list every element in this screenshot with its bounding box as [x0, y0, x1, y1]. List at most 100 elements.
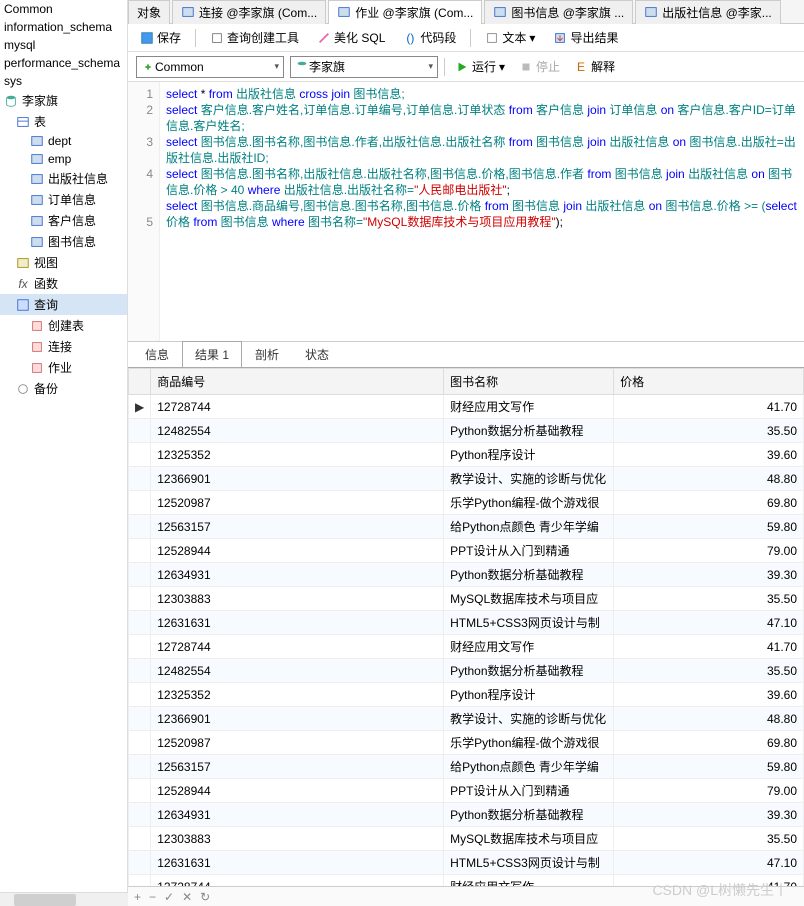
apply-button[interactable]: ✓	[164, 890, 174, 904]
cell-price[interactable]: 39.60	[614, 443, 804, 467]
cell-price[interactable]: 47.10	[614, 611, 804, 635]
tab-objects[interactable]: 对象	[128, 0, 170, 24]
cell-price[interactable]: 79.00	[614, 779, 804, 803]
table-dept[interactable]: dept	[0, 132, 127, 150]
cell-price[interactable]: 41.70	[614, 875, 804, 887]
cell-price[interactable]: 41.70	[614, 395, 804, 419]
tables-node[interactable]: 表	[0, 111, 127, 132]
cell-product-id[interactable]: 12325352	[151, 443, 444, 467]
cell-product-id[interactable]: 12728744	[151, 635, 444, 659]
cell-product-id[interactable]: 12520987	[151, 731, 444, 755]
db-sys[interactable]: sys	[0, 72, 127, 90]
cell-price[interactable]: 39.30	[614, 803, 804, 827]
cell-book-name[interactable]: MySQL数据库技术与项目应	[444, 587, 614, 611]
cell-product-id[interactable]: 12728744	[151, 395, 444, 419]
col-book-name[interactable]: 图书名称	[444, 369, 614, 395]
cell-price[interactable]: 39.30	[614, 563, 804, 587]
cell-product-id[interactable]: 12482554	[151, 419, 444, 443]
cell-book-name[interactable]: Python数据分析基础教程	[444, 563, 614, 587]
cell-book-name[interactable]: 教学设计、实施的诊断与优化	[444, 707, 614, 731]
table-row[interactable]: ▶12728744财经应用文写作41.70	[129, 395, 804, 419]
table-row[interactable]: 12634931Python数据分析基础教程39.30	[129, 803, 804, 827]
cell-book-name[interactable]: PPT设计从入门到精通	[444, 539, 614, 563]
cell-book-name[interactable]: 财经应用文写作	[444, 875, 614, 887]
table-row[interactable]: 12325352Python程序设计39.60	[129, 443, 804, 467]
views-node[interactable]: 视图	[0, 252, 127, 273]
table-customer[interactable]: 客户信息	[0, 210, 127, 231]
cell-product-id[interactable]: 12366901	[151, 707, 444, 731]
sql-editor[interactable]: 12345 select * from 出版社信息 cross join 图书信…	[128, 82, 804, 342]
cell-product-id[interactable]: 12520987	[151, 491, 444, 515]
cell-book-name[interactable]: HTML5+CSS3网页设计与制	[444, 611, 614, 635]
sidebar-scrollbar[interactable]	[0, 892, 128, 906]
db-performance-schema[interactable]: performance_schema	[0, 54, 127, 72]
queries-node[interactable]: 查询	[0, 294, 127, 315]
cell-price[interactable]: 59.80	[614, 755, 804, 779]
cell-price[interactable]: 48.80	[614, 467, 804, 491]
cell-price[interactable]: 79.00	[614, 539, 804, 563]
database-combo[interactable]: 李家旗▾	[290, 56, 438, 78]
cell-price[interactable]: 41.70	[614, 635, 804, 659]
stop-button[interactable]: 停止	[515, 56, 564, 77]
tab-book[interactable]: 图书信息 @李家旗 ...	[484, 0, 633, 24]
cell-book-name[interactable]: Python程序设计	[444, 683, 614, 707]
table-row[interactable]: 12634931Python数据分析基础教程39.30	[129, 563, 804, 587]
cell-book-name[interactable]: 财经应用文写作	[444, 635, 614, 659]
connection-combo[interactable]: Common▾	[136, 56, 284, 78]
cell-product-id[interactable]: 12634931	[151, 563, 444, 587]
tab-publisher[interactable]: 出版社信息 @李家...	[635, 0, 781, 24]
cell-price[interactable]: 35.50	[614, 419, 804, 443]
cell-book-name[interactable]: HTML5+CSS3网页设计与制	[444, 851, 614, 875]
tab-result-1[interactable]: 结果 1	[182, 341, 242, 368]
col-price[interactable]: 价格	[614, 369, 804, 395]
tab-homework[interactable]: 作业 @李家旗 (Com...	[328, 0, 482, 24]
table-row[interactable]: 12563157给Python点颜色 青少年学编59.80	[129, 515, 804, 539]
table-row[interactable]: 12520987乐学Python编程-做个游戏很69.80	[129, 731, 804, 755]
cell-book-name[interactable]: 给Python点颜色 青少年学编	[444, 515, 614, 539]
cell-book-name[interactable]: Python程序设计	[444, 443, 614, 467]
query-create-table[interactable]: 创建表	[0, 315, 127, 336]
code-area[interactable]: select * from 出版社信息 cross join 图书信息; sel…	[160, 82, 804, 341]
cell-product-id[interactable]: 12563157	[151, 755, 444, 779]
tab-connect[interactable]: 连接 @李家旗 (Com...	[172, 0, 326, 24]
run-button[interactable]: 运行▾	[451, 56, 509, 77]
table-row[interactable]: 12325352Python程序设计39.60	[129, 683, 804, 707]
cell-product-id[interactable]: 12303883	[151, 827, 444, 851]
cell-product-id[interactable]: 12528944	[151, 779, 444, 803]
db-lijiaqi[interactable]: 李家旗	[0, 90, 127, 111]
table-row[interactable]: 12728744财经应用文写作41.70	[129, 635, 804, 659]
db-information-schema[interactable]: information_schema	[0, 18, 127, 36]
query-connect[interactable]: 连接	[0, 336, 127, 357]
cell-book-name[interactable]: 给Python点颜色 青少年学编	[444, 755, 614, 779]
cell-price[interactable]: 48.80	[614, 707, 804, 731]
cell-product-id[interactable]: 12482554	[151, 659, 444, 683]
table-row[interactable]: 12303883MySQL数据库技术与项目应35.50	[129, 827, 804, 851]
save-button[interactable]: 保存	[136, 27, 185, 48]
beautify-sql-button[interactable]: 美化 SQL	[313, 27, 389, 48]
cell-book-name[interactable]: 财经应用文写作	[444, 395, 614, 419]
cell-product-id[interactable]: 12303883	[151, 587, 444, 611]
refresh-button[interactable]: ↻	[200, 890, 210, 904]
tab-profile[interactable]: 剖析	[242, 341, 292, 368]
table-row[interactable]: 12482554Python数据分析基础教程35.50	[129, 419, 804, 443]
export-button[interactable]: 导出结果	[549, 27, 622, 48]
col-product-id[interactable]: 商品编号	[151, 369, 444, 395]
cell-product-id[interactable]: 12563157	[151, 515, 444, 539]
cell-price[interactable]: 69.80	[614, 731, 804, 755]
cell-price[interactable]: 35.50	[614, 587, 804, 611]
cell-book-name[interactable]: Python数据分析基础教程	[444, 803, 614, 827]
cell-price[interactable]: 39.60	[614, 683, 804, 707]
table-row[interactable]: 12482554Python数据分析基础教程35.50	[129, 659, 804, 683]
cell-price[interactable]: 35.50	[614, 659, 804, 683]
cell-price[interactable]: 69.80	[614, 491, 804, 515]
table-row[interactable]: 12728744财经应用文写作41.70	[129, 875, 804, 887]
table-row[interactable]: 12631631HTML5+CSS3网页设计与制47.10	[129, 611, 804, 635]
results-grid[interactable]: 商品编号 图书名称 价格 ▶12728744财经应用文写作41.70124825…	[128, 367, 804, 886]
cancel-button[interactable]: ✕	[182, 890, 192, 904]
cell-book-name[interactable]: 教学设计、实施的诊断与优化	[444, 467, 614, 491]
table-row[interactable]: 12631631HTML5+CSS3网页设计与制47.10	[129, 851, 804, 875]
functions-node[interactable]: fx函数	[0, 273, 127, 294]
query-builder-button[interactable]: 查询创建工具	[206, 27, 303, 48]
text-button[interactable]: 文本▾	[481, 27, 539, 48]
explain-button[interactable]: E解释	[570, 56, 619, 77]
